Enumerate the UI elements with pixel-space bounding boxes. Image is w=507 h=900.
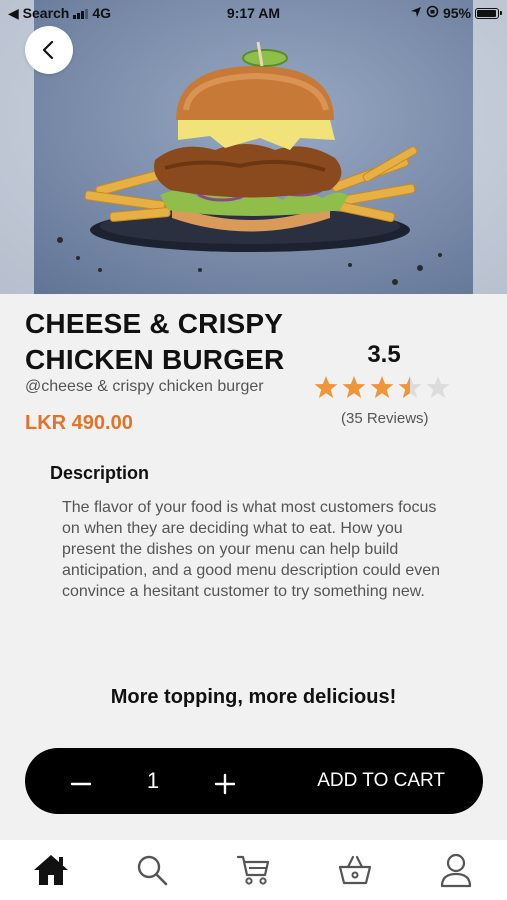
product-image xyxy=(0,0,507,294)
basket-icon xyxy=(338,855,371,885)
nav-home[interactable] xyxy=(21,844,81,896)
profile-icon xyxy=(441,853,472,888)
bottom-nav xyxy=(0,840,507,900)
star-icon xyxy=(314,376,338,398)
star-icon xyxy=(426,376,450,398)
battery-icon xyxy=(475,7,502,19)
nav-search[interactable] xyxy=(122,844,182,896)
rating-value: 3.5 xyxy=(367,341,401,368)
increase-quantity-button[interactable] xyxy=(203,761,247,805)
quantity-value: 1 xyxy=(146,768,160,793)
add-to-cart-bar: 1 ADD TO CART xyxy=(25,748,483,814)
battery-percent: 95% xyxy=(442,5,471,21)
add-to-cart-button[interactable]: ADD TO CART xyxy=(317,770,445,792)
network-label: 4G xyxy=(92,5,112,21)
back-to-app-link[interactable]: ◀ Search xyxy=(8,5,69,22)
nav-basket[interactable] xyxy=(325,844,385,896)
product-price: LKR 490.00 xyxy=(25,412,133,434)
star-rating xyxy=(313,375,451,401)
burger-illustration xyxy=(57,41,442,285)
signal-icon xyxy=(73,8,89,19)
cart-icon xyxy=(237,855,270,885)
orientation-lock-icon xyxy=(426,5,439,21)
status-bar: ◀ Search 4G 9:17 AM 95% xyxy=(0,0,507,26)
star-icon xyxy=(342,376,366,398)
home-icon xyxy=(33,855,68,885)
topping-heading: More topping, more delicious! xyxy=(110,686,397,708)
minus-icon xyxy=(70,782,92,786)
location-icon xyxy=(410,5,422,21)
description-heading: Description xyxy=(50,463,150,483)
nav-cart[interactable] xyxy=(223,844,283,896)
chevron-left-icon xyxy=(42,40,54,60)
back-button[interactable] xyxy=(25,26,73,74)
product-title: CHEESE & CRISPY CHICKEN BURGER xyxy=(25,308,285,375)
star-icon xyxy=(398,376,422,398)
star-icon xyxy=(370,376,394,398)
review-count[interactable]: (35 Reviews) xyxy=(341,410,429,427)
decrease-quantity-button[interactable] xyxy=(59,761,103,805)
search-icon xyxy=(137,855,168,886)
nav-profile[interactable] xyxy=(426,844,486,896)
product-handle: @cheese & crispy chicken burger xyxy=(25,378,264,395)
description-text: The flavor of your food is what most cus… xyxy=(62,499,441,600)
plus-icon xyxy=(214,773,236,795)
